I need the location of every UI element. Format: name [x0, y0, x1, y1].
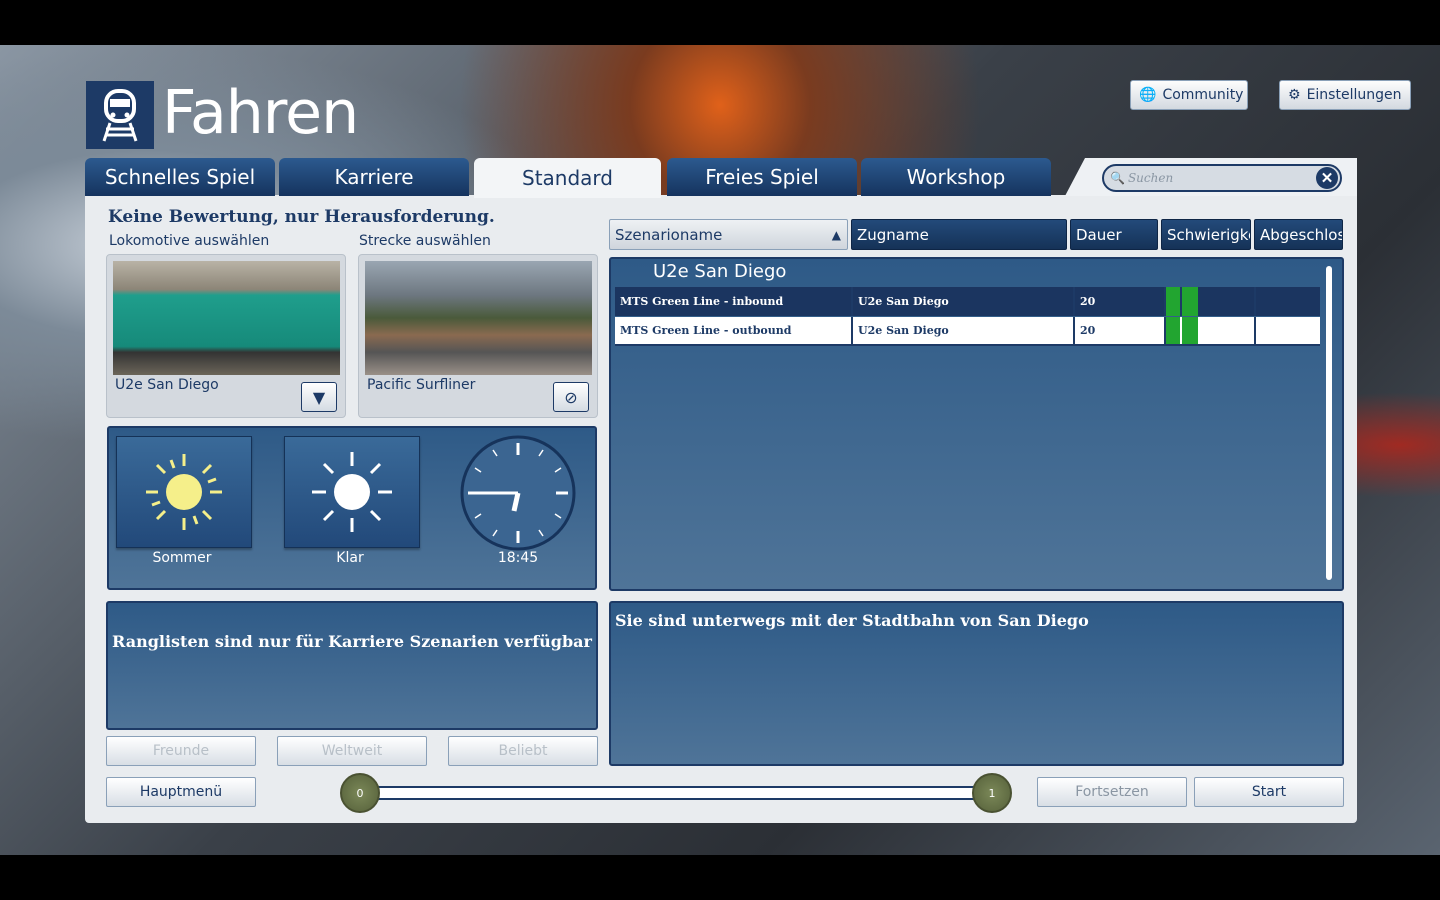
clear-search-icon[interactable]: ✕ [1316, 167, 1338, 189]
filter-button[interactable]: ▼ [301, 382, 337, 412]
clock-icon [460, 435, 576, 551]
worldwide-button[interactable]: Weltweit [277, 736, 427, 766]
search-icon: 🔍 [1110, 171, 1125, 185]
group-header: U2e San Diego [653, 261, 787, 282]
duration: 20 [1075, 287, 1166, 316]
column-header-difficulty[interactable]: Schwierigke [1161, 219, 1251, 250]
table-row[interactable]: MTS Green Line - inbound U2e San Diego 2… [615, 287, 1320, 316]
block-icon: ⊘ [564, 387, 578, 407]
completed [1256, 317, 1320, 344]
loco-name: U2e San Diego [115, 377, 219, 393]
column-header-train[interactable]: Zugname [851, 219, 1067, 250]
search-placeholder: Suchen [1127, 171, 1174, 185]
loco-card[interactable]: U2e San Diego ▼ [106, 254, 346, 418]
slider-min-knob[interactable]: 0 [340, 773, 380, 813]
mode-heading: Keine Bewertung, nur Herausforderung. [108, 207, 495, 227]
sun-summer-icon [146, 454, 222, 530]
difficulty-bar [1166, 287, 1256, 316]
train-name: U2e San Diego [853, 287, 1075, 316]
scenario-name: MTS Green Line - outbound [615, 317, 853, 344]
train-logo-icon [86, 81, 154, 149]
column-header-completed[interactable]: Abgeschlos [1254, 219, 1343, 250]
route-image [365, 261, 592, 375]
globe-icon: 🌐 [1139, 87, 1157, 103]
rankings-panel: Ranglisten sind nur für Karriere Szenari… [106, 601, 598, 730]
sort-ascending-icon: ▲ [831, 227, 841, 242]
community-label: Community [1162, 87, 1244, 103]
community-button[interactable]: 🌐 Community [1130, 80, 1248, 110]
route-label: Strecke auswählen [359, 233, 491, 249]
table-row[interactable]: MTS Green Line - outbound U2e San Diego … [615, 317, 1320, 346]
route-name: Pacific Surfliner [367, 377, 476, 393]
tab-schnelles-spiel[interactable]: Schnelles Spiel [85, 158, 275, 196]
tab-karriere[interactable]: Karriere [279, 158, 469, 196]
main-menu-button[interactable]: Hauptmenü [106, 777, 256, 807]
tab-standard[interactable]: Standard [474, 158, 661, 198]
friends-button[interactable]: Freunde [106, 736, 256, 766]
train-name: U2e San Diego [853, 317, 1075, 344]
sun-clear-icon [312, 452, 392, 532]
season-label: Sommer [152, 550, 212, 566]
column-header-duration[interactable]: Dauer [1070, 219, 1158, 250]
weather-button[interactable] [284, 436, 420, 548]
scenario-name: MTS Green Line - inbound [615, 287, 853, 316]
route-card[interactable]: Pacific Surfliner ⊘ [358, 254, 598, 418]
search-input[interactable]: 🔍 Suchen ✕ [1102, 164, 1342, 192]
page-title: Fahren [162, 78, 359, 148]
loco-image [113, 261, 340, 375]
scenario-description: Sie sind unterwegs mit der Stadtbahn von… [615, 611, 1089, 630]
clear-route-button[interactable]: ⊘ [553, 382, 589, 412]
duration: 20 [1075, 317, 1166, 344]
filter-icon: ▼ [312, 387, 326, 407]
completed [1256, 287, 1320, 316]
description-panel: Sie sind unterwegs mit der Stadtbahn von… [609, 601, 1344, 766]
difficulty-bar [1166, 317, 1256, 344]
continue-button[interactable]: Fortsetzen [1037, 777, 1187, 807]
popular-button[interactable]: Beliebt [448, 736, 598, 766]
gear-icon: ⚙ [1288, 87, 1301, 103]
scenario-slider[interactable] [360, 786, 992, 800]
scrollbar[interactable] [1326, 266, 1332, 580]
season-button[interactable] [116, 436, 252, 548]
time-clock-button[interactable] [459, 434, 577, 556]
weather-label: Klar [336, 550, 364, 566]
tab-freies-spiel[interactable]: Freies Spiel [667, 158, 857, 196]
header-label: Szenarioname [615, 225, 723, 244]
time-label: 18:45 [497, 550, 539, 566]
column-header-scenario[interactable]: Szenarioname ▲ [609, 219, 848, 250]
slider-max-knob[interactable]: 1 [972, 773, 1012, 813]
start-button[interactable]: Start [1194, 777, 1344, 807]
settings-label: Einstellungen [1306, 87, 1402, 103]
loco-label: Lokomotive auswählen [109, 233, 270, 249]
rankings-message: Ranglisten sind nur für Karriere Szenari… [112, 632, 592, 651]
settings-button[interactable]: ⚙ Einstellungen [1279, 80, 1411, 110]
tab-workshop[interactable]: Workshop [861, 158, 1051, 196]
